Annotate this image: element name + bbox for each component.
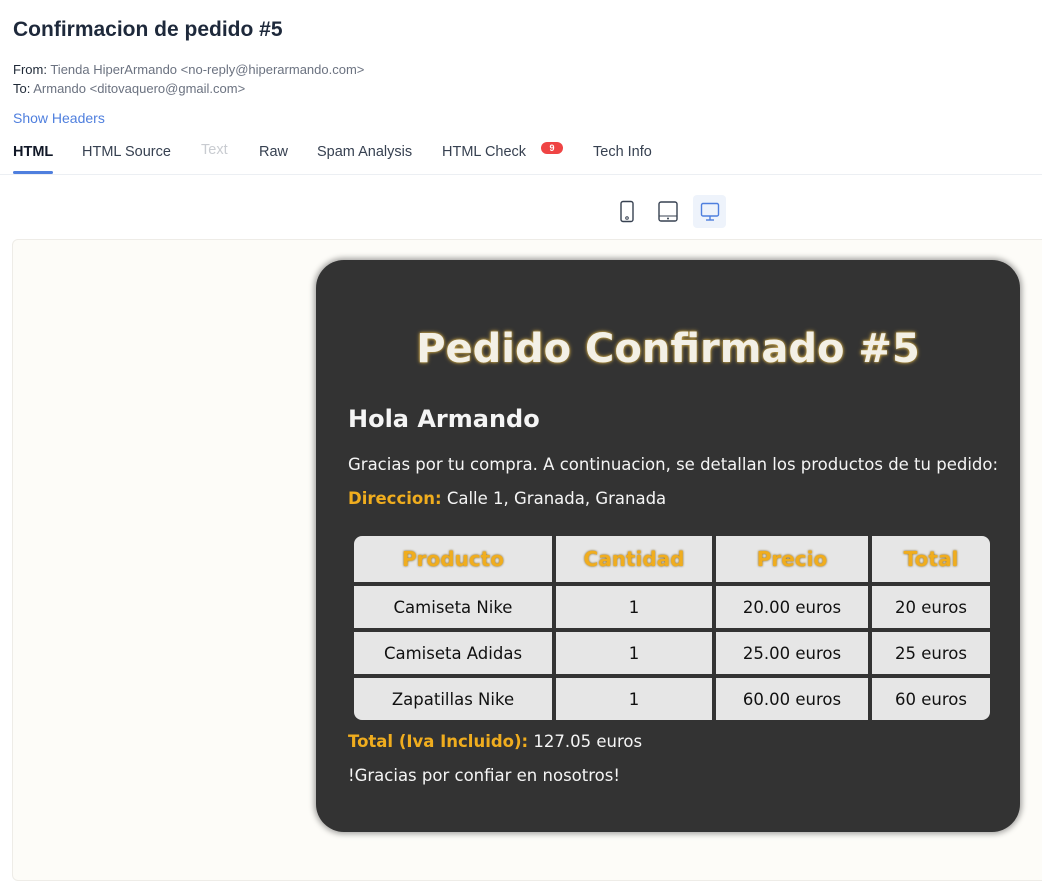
col-header-producto: Producto bbox=[354, 536, 552, 582]
address-value: Calle 1, Granada, Granada bbox=[446, 489, 667, 508]
total-value: 127.05 euros bbox=[533, 732, 643, 751]
cell-total: 20 euros bbox=[872, 586, 990, 628]
cell-total: 60 euros bbox=[872, 678, 990, 720]
desktop-icon bbox=[700, 202, 719, 221]
cell-price: 25.00 euros bbox=[716, 632, 868, 674]
email-subject: Confirmacion de pedido #5 bbox=[13, 18, 283, 41]
cell-quantity: 1 bbox=[556, 586, 712, 628]
col-header-total: Total bbox=[872, 536, 990, 582]
address-label: Direccion: bbox=[348, 489, 442, 508]
table-header-row: Producto Cantidad Precio Total bbox=[354, 536, 990, 582]
to-label: To: bbox=[13, 81, 31, 96]
to-line: To: Armando <ditovaquero@gmail.com> bbox=[13, 81, 245, 96]
show-headers-link[interactable]: Show Headers bbox=[13, 110, 105, 126]
from-value: Tienda HiperArmando <no-reply@hiperarman… bbox=[50, 62, 365, 77]
address-line: Direccion: Calle 1, Granada, Granada bbox=[348, 489, 666, 508]
col-header-cantidad: Cantidad bbox=[556, 536, 712, 582]
from-label: From: bbox=[13, 62, 47, 77]
tab-spam-analysis[interactable]: Spam Analysis bbox=[317, 144, 412, 160]
html-check-count-badge: 9 bbox=[541, 142, 563, 154]
cell-product: Camiseta Adidas bbox=[354, 632, 552, 674]
mobile-view-button[interactable] bbox=[610, 195, 643, 228]
tablet-icon bbox=[657, 200, 678, 222]
total-label: Total (Iva Incluido): bbox=[348, 732, 529, 751]
tab-text: Text bbox=[201, 142, 228, 158]
tab-html-source[interactable]: HTML Source bbox=[82, 144, 171, 160]
closing-text: !Gracias por confiar en nosotros! bbox=[348, 766, 620, 785]
view-tabs: HTML HTML Source Text Raw Spam Analysis … bbox=[0, 136, 1042, 175]
intro-text: Gracias por tu compra. A continuacion, s… bbox=[348, 455, 999, 474]
to-value: Armando <ditovaquero@gmail.com> bbox=[33, 81, 246, 96]
tab-html[interactable]: HTML bbox=[13, 144, 54, 174]
order-table: Producto Cantidad Precio Total Camiseta … bbox=[350, 532, 994, 724]
from-line: From: Tienda HiperArmando <no-reply@hipe… bbox=[13, 62, 364, 77]
tablet-view-button[interactable] bbox=[651, 195, 684, 228]
table-row: Zapatillas Nike 1 60.00 euros 60 euros bbox=[354, 678, 990, 720]
desktop-view-button[interactable] bbox=[693, 195, 726, 228]
cell-price: 20.00 euros bbox=[716, 586, 868, 628]
cell-quantity: 1 bbox=[556, 632, 712, 674]
cell-total: 25 euros bbox=[872, 632, 990, 674]
table-row: Camiseta Nike 1 20.00 euros 20 euros bbox=[354, 586, 990, 628]
col-header-precio: Precio bbox=[716, 536, 868, 582]
order-total-line: Total (Iva Incluido): 127.05 euros bbox=[348, 732, 642, 751]
tab-raw[interactable]: Raw bbox=[259, 144, 288, 160]
cell-quantity: 1 bbox=[556, 678, 712, 720]
order-title: Pedido Confirmado #5 bbox=[416, 326, 920, 372]
tab-tech-info[interactable]: Tech Info bbox=[593, 144, 652, 160]
order-confirmation-card: Pedido Confirmado #5 Hola Armando Gracia… bbox=[316, 260, 1020, 832]
greeting-heading: Hola Armando bbox=[348, 405, 540, 433]
tab-html-check[interactable]: HTML Check bbox=[442, 144, 526, 160]
cell-product: Zapatillas Nike bbox=[354, 678, 552, 720]
cell-price: 60.00 euros bbox=[716, 678, 868, 720]
mobile-icon bbox=[619, 200, 634, 222]
table-row: Camiseta Adidas 1 25.00 euros 25 euros bbox=[354, 632, 990, 674]
cell-product: Camiseta Nike bbox=[354, 586, 552, 628]
